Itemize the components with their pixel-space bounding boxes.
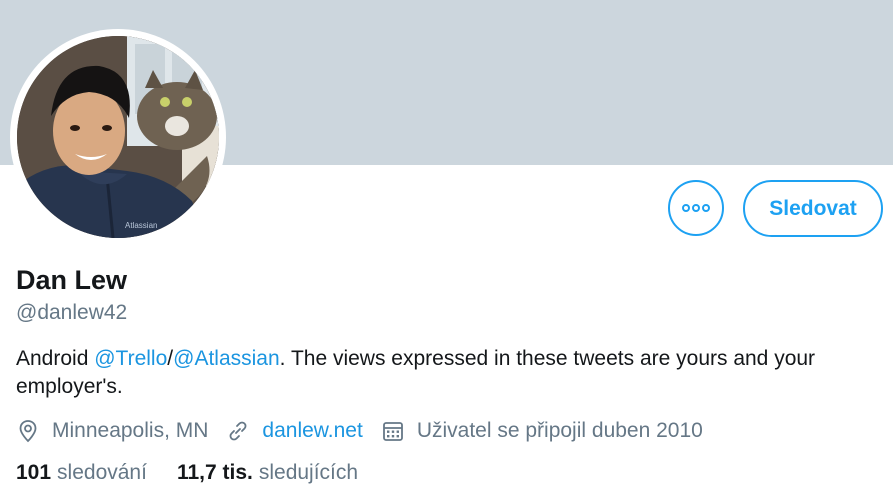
location-text: Minneapolis, MN [52,419,209,442]
follow-button-label: Sledovat [769,196,857,220]
followers-label: sledujících [258,461,359,484]
avatar[interactable]: Atlassian [17,36,219,238]
calendar-icon [381,419,405,443]
joined-text: Uživatel se připojil duben 2010 [416,419,703,442]
followers-count: 11,7 tis. [176,461,253,484]
more-options-button[interactable] [668,180,724,236]
website-item: danlew.net [226,419,363,443]
following-link[interactable]: 101 sledování [16,461,147,485]
profile-meta: Minneapolis, MN danlew.net Uživatel se p… [16,417,721,445]
location-item: Minneapolis, MN [16,419,208,443]
profile-bio: Android @Trello/@Atlassian. The views ex… [16,345,876,401]
bio-text-prefix: Android [16,347,95,370]
profile-handle: @danlew42 [16,301,128,324]
svg-text:Atlassian: Atlassian [125,221,157,230]
mention-trello-link[interactable]: @Trello [94,347,167,370]
profile-name: Dan Lew [16,265,128,295]
following-label: sledování [57,461,147,484]
follow-button[interactable]: Sledovat [743,180,883,237]
profile-stats: 101 sledování 11,7 tis. sledujících [16,461,388,485]
location-pin-icon [16,419,40,443]
following-count: 101 [16,461,52,484]
avatar-photo: Atlassian [17,36,219,238]
more-horizontal-icon [682,204,710,212]
followers-link[interactable]: 11,7 tis. sledujících [177,461,358,485]
joined-item: Uživatel se připojil duben 2010 [381,419,703,443]
mention-atlassian-link[interactable]: @Atlassian [173,347,280,370]
link-icon [226,419,250,443]
website-link[interactable]: danlew.net [262,419,362,443]
